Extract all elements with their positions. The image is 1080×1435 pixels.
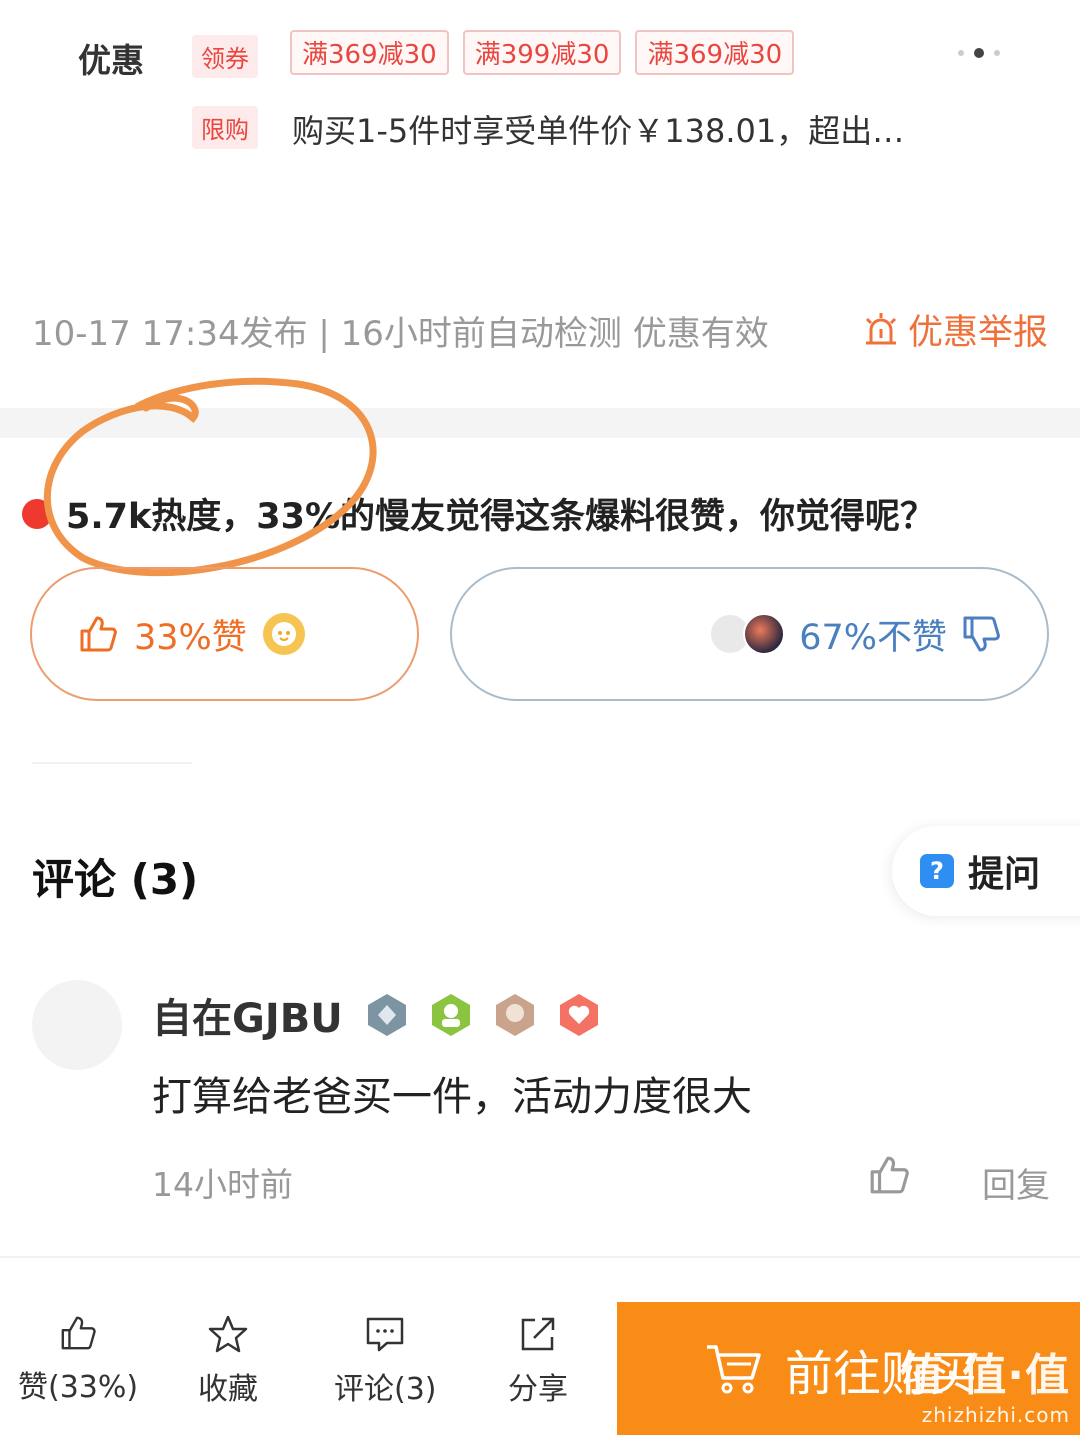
alarm-icon — [865, 312, 897, 344]
section-divider — [0, 1256, 1080, 1258]
bottom-like-label: 赞(33%) — [18, 1370, 139, 1405]
thumbs-up-icon — [870, 1156, 909, 1194]
bottom-favorite-button[interactable]: 收藏 — [198, 1314, 258, 1408]
emoji-face-icon — [262, 613, 305, 655]
publish-info: 10-17 17:34发布 | 16小时前自动检测 优惠有效 — [32, 314, 769, 354]
go-buy-button[interactable]: 前往购买 值·值·值 zhizhizhi.com — [617, 1302, 1080, 1435]
bottom-comment-label: 评论(3) — [334, 1372, 437, 1407]
vote-like-label: 33%赞 — [134, 617, 247, 658]
get-coupon-tag[interactable]: 领券 — [192, 35, 258, 78]
site-watermark: 值·值·值 zhizhizhi.com — [900, 1339, 1070, 1427]
limit-tag: 限购 — [192, 106, 258, 149]
question-icon: ? — [920, 854, 954, 888]
coupon-item[interactable]: 满369减30 — [290, 30, 449, 75]
coupon-section-title: 优惠 — [78, 41, 144, 80]
vote-dislike-label: 67%不赞 — [799, 617, 947, 658]
report-label: 优惠举报 — [907, 313, 1048, 353]
coupon-item[interactable]: 满399减30 — [462, 30, 622, 75]
watermark-logo: 值·值·值 — [899, 1350, 1070, 1401]
avatar[interactable] — [32, 980, 122, 1070]
thumbs-up-icon — [80, 616, 117, 652]
bottom-share-button[interactable]: 分享 — [508, 1314, 568, 1408]
comments-title: 评论 (3) — [32, 855, 199, 904]
reader-badge-icon — [495, 994, 534, 1036]
coupon-list: 满369减30 满399减30 满369减30 — [290, 30, 795, 75]
bottom-comment-button[interactable]: 评论(3) — [334, 1314, 437, 1408]
user-badge-icon — [431, 994, 470, 1036]
thumbs-down-icon — [963, 616, 1000, 652]
comment-like-button[interactable] — [868, 1154, 910, 1200]
coupon-section: 优惠 领券 满369减30 满399减30 满369减30 限购 购买1-5件时… — [0, 0, 1080, 400]
comment-user: 自在GJBU — [152, 986, 603, 1044]
heart-badge-icon — [559, 994, 598, 1036]
bottom-like-button[interactable]: 赞(33%) — [18, 1314, 138, 1406]
ask-label: 提问 — [968, 854, 1041, 895]
avatar — [743, 613, 786, 655]
voter-avatars — [709, 613, 786, 655]
comment-reply-button[interactable]: 回复 — [982, 1158, 1050, 1207]
limit-description[interactable]: 购买1-5件时享受单件价￥138.01，超出… — [292, 106, 904, 152]
coupon-item[interactable]: 满369减30 — [635, 30, 795, 75]
report-button[interactable]: 优惠举报 — [862, 304, 1048, 355]
vote-like-button[interactable]: 33%赞 — [30, 567, 419, 701]
section-divider — [32, 762, 192, 764]
star-icon — [208, 1315, 248, 1353]
comment-time: 14小时前 — [152, 1165, 293, 1204]
comment-text: 打算给老爸买一件，活动力度很大 — [152, 1074, 752, 1120]
vote-dislike-button[interactable]: 67%不赞 — [450, 567, 1049, 701]
hand-drawn-circle-annotation — [43, 377, 377, 577]
comment-username[interactable]: 自在GJBU — [152, 986, 343, 1044]
ask-question-button[interactable]: ? 提问 — [892, 826, 1080, 916]
comment-icon — [367, 1317, 404, 1352]
share-icon — [521, 1317, 555, 1351]
watermark-url: zhizhizhi.com — [921, 1403, 1070, 1427]
bottom-favorite-label: 收藏 — [198, 1372, 258, 1407]
thumbs-up-icon — [61, 1316, 96, 1350]
shopping-cart-icon — [707, 1344, 761, 1393]
more-coupons-icon[interactable] — [958, 48, 1000, 58]
bottom-share-label: 分享 — [508, 1372, 568, 1407]
level-badge-icon — [367, 994, 406, 1036]
